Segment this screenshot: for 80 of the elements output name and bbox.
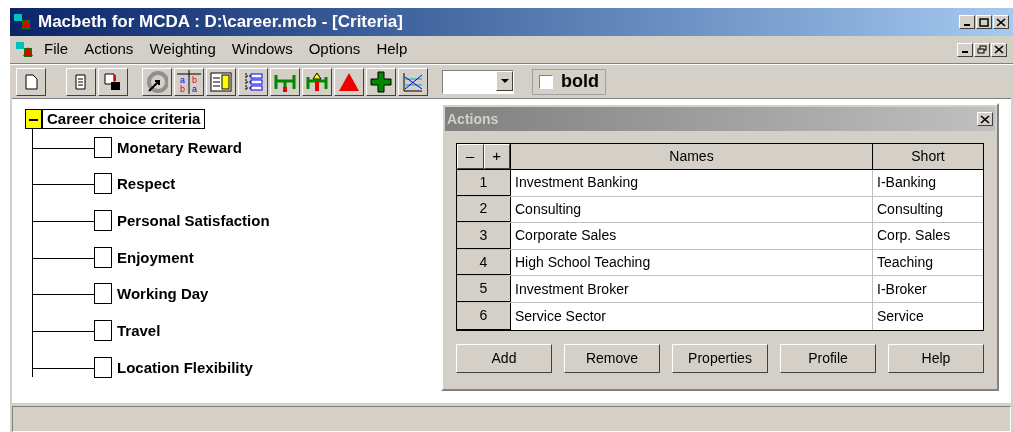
crossing-lines-icon[interactable]	[398, 67, 428, 96]
new-file-icon[interactable]	[16, 67, 46, 96]
row-number: 6	[457, 302, 511, 330]
close-button[interactable]	[991, 42, 1007, 57]
app-logo-icon	[16, 41, 34, 58]
plus-icon[interactable]	[366, 67, 396, 96]
dialog-button[interactable]: Properties	[672, 343, 768, 373]
dropdown-field[interactable]	[442, 69, 514, 94]
close-button[interactable]	[977, 112, 993, 126]
save-icon[interactable]	[98, 67, 128, 96]
caret-icon	[500, 78, 509, 83]
table-cell: Consulting	[511, 196, 873, 223]
app-logo-icon	[14, 14, 32, 30]
minimize-button[interactable]	[957, 42, 973, 57]
dialog-button[interactable]: Remove	[564, 343, 660, 373]
tree-checkbox[interactable]	[94, 356, 112, 378]
table-cell-text: Consulting	[876, 199, 945, 219]
close-icon	[996, 17, 1006, 27]
table-icon[interactable]	[206, 67, 236, 96]
table-cell-text: Service	[876, 306, 925, 326]
letters-grid-icon[interactable]: a b b a	[174, 67, 204, 96]
row-number: 1	[457, 170, 511, 196]
table-cell: Corporate Sales	[511, 223, 873, 249]
tree-item-label[interactable]: Respect	[117, 173, 176, 195]
table-cell: Investment Banking	[511, 170, 873, 196]
menu-item[interactable]: Weighting	[143, 38, 222, 61]
table-cell-text: I-Broker	[876, 279, 928, 299]
scale-chart-icon[interactable]	[270, 67, 300, 96]
restore-button[interactable]	[974, 42, 990, 57]
table-cell: High School Teaching	[511, 249, 873, 276]
minimize-icon	[964, 23, 970, 26]
minimize-icon	[962, 51, 968, 53]
tree-root-label[interactable]: Career choice criteria	[42, 109, 206, 129]
header-toggle-button[interactable]: –	[457, 144, 484, 169]
maximize-icon	[979, 17, 989, 27]
menu-item[interactable]: Help	[370, 38, 414, 61]
header-toggle-button[interactable]: +	[483, 144, 510, 169]
dialog-title: Actions	[447, 109, 500, 129]
menu-item[interactable]: Options	[302, 38, 367, 61]
table-cell: Service Sector	[511, 302, 873, 330]
close-icon	[994, 45, 1004, 54]
tree-item-label[interactable]: Travel	[117, 320, 161, 342]
tree-checkbox[interactable]	[94, 246, 112, 268]
tree-item-label[interactable]: Monetary Reward	[117, 136, 243, 158]
tree-checkbox[interactable]	[94, 136, 112, 158]
row-number: 5	[457, 276, 511, 302]
column-header: Names	[511, 144, 873, 169]
tree-list-icon[interactable]	[238, 67, 268, 96]
bold-checkbox[interactable]: bold	[532, 68, 606, 95]
dialog-button[interactable]: Profile	[780, 343, 876, 373]
collapse-toggle[interactable]	[25, 109, 42, 129]
tree-checkbox[interactable]	[94, 210, 112, 232]
close-icon	[980, 114, 990, 124]
table-cell-text: Corp. Sales	[876, 226, 952, 246]
dialog-button[interactable]: Help	[888, 343, 984, 373]
tree-item-label[interactable]: Enjoyment	[117, 246, 194, 268]
tree-checkbox[interactable]	[94, 283, 112, 305]
restore-icon	[977, 45, 987, 54]
table-cell-text: I-Banking	[876, 173, 938, 193]
menu-item[interactable]: File	[38, 38, 75, 61]
table-cell-text: Teaching	[876, 253, 935, 273]
maximize-button[interactable]	[976, 15, 992, 29]
tree-checkbox[interactable]	[94, 320, 112, 342]
tree-item-label[interactable]: Working Day	[117, 283, 209, 305]
tree-item-label[interactable]: Personal Satisfaction	[117, 210, 270, 232]
window-title: Macbeth for MCDA : D:\career.mcb - [Criteria]	[38, 11, 404, 34]
weights-chart-icon[interactable]	[302, 67, 332, 96]
row-number: 3	[457, 223, 511, 249]
minimize-button[interactable]	[959, 15, 975, 29]
table-cell: Investment Broker	[511, 276, 873, 302]
tree-item-label[interactable]: Location Flexibility	[117, 356, 253, 378]
row-number: 4	[457, 249, 511, 276]
row-number: 2	[457, 196, 511, 223]
column-header: Short	[910, 147, 946, 166]
menu-item[interactable]: Windows	[225, 38, 299, 61]
menu-item[interactable]: Actions	[78, 38, 140, 61]
document-icon[interactable]	[66, 67, 96, 96]
close-button[interactable]	[993, 15, 1009, 29]
dialog-button[interactable]: Add	[456, 343, 552, 373]
tree-checkbox[interactable]	[94, 173, 112, 195]
